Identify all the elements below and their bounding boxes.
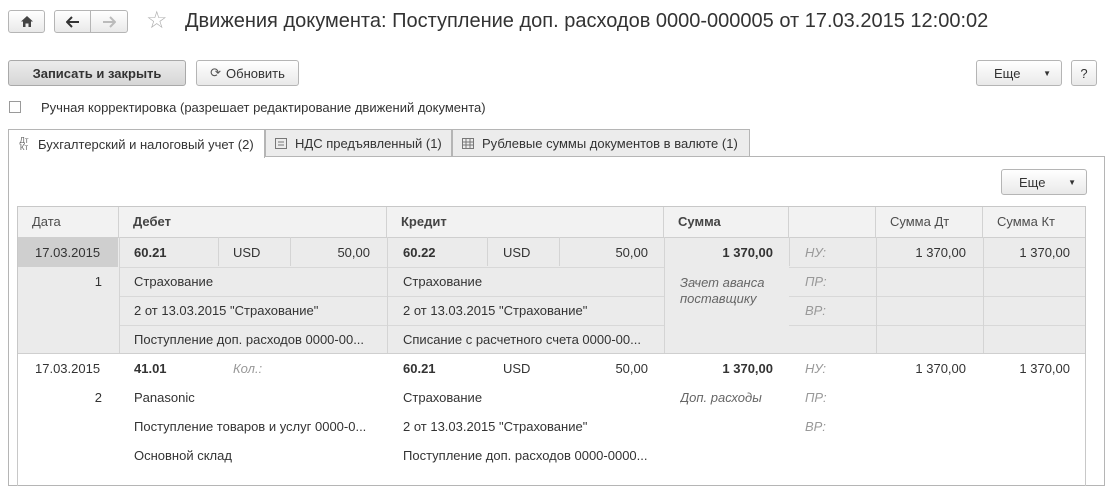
table-icon xyxy=(461,137,475,149)
col-date[interactable]: Дата xyxy=(18,207,119,237)
col-amount-kt[interactable]: Сумма Кт xyxy=(983,207,1085,237)
credit-currency: USD xyxy=(503,361,531,376)
col-tax-kind[interactable] xyxy=(789,207,876,237)
favorite-star-icon[interactable]: ☆ xyxy=(146,8,168,34)
tax-label-vr: ВР: xyxy=(805,419,826,434)
refresh-button[interactable]: ⟳ Обновить xyxy=(196,60,299,86)
credit-currency: USD xyxy=(503,245,531,260)
tax-label-nu: НУ: xyxy=(805,245,827,260)
debit-subconto-2: Поступление товаров и услуг 0000-0... xyxy=(134,419,367,434)
grid-more-button[interactable]: Еще ▼ xyxy=(1001,169,1087,195)
home-icon xyxy=(20,16,33,27)
col-debit[interactable]: Дебет xyxy=(119,207,387,237)
tab-accounting-label: Бухгалтерский и налоговый учет (2) xyxy=(38,136,254,152)
tab-currency[interactable]: Рублевые суммы документов в валюте (1) xyxy=(452,129,750,156)
debit-subconto-1: Страхование xyxy=(134,274,214,289)
row-number: 1 xyxy=(94,274,102,289)
credit-subconto-1: Страхование xyxy=(403,274,483,289)
refresh-icon: ⟳ xyxy=(210,65,222,80)
credit-subconto-2: 2 от 13.03.2015 "Страхование" xyxy=(403,419,588,434)
home-button[interactable] xyxy=(8,10,45,33)
page-title: Движения документа: Поступление доп. рас… xyxy=(185,10,989,32)
col-credit[interactable]: Кредит xyxy=(387,207,664,237)
col-amount-dt[interactable]: Сумма Дт xyxy=(876,207,983,237)
debit-subconto-3: Поступление доп. расходов 0000-00... xyxy=(134,332,365,347)
debit-subconto-3: Основной склад xyxy=(134,448,232,463)
credit-subconto-3: Поступление доп. расходов 0000-0000... xyxy=(403,448,648,463)
tab-vat[interactable]: НДС предъявленный (1) xyxy=(265,129,452,156)
debit-currency: USD xyxy=(233,245,261,260)
movements-table: Дата Дебет Кредит Сумма Сумма Дт Сумма К… xyxy=(17,206,1086,486)
amount-dt: 1 370,00 xyxy=(915,361,966,376)
debit-quantity-label: Кол.: xyxy=(233,361,263,376)
debit-account: 41.01 xyxy=(134,361,167,376)
debit-subconto-2: 2 от 13.03.2015 "Страхование" xyxy=(134,303,319,318)
operation-content: Доп. расходы xyxy=(680,390,762,405)
credit-account: 60.21 xyxy=(403,361,436,376)
tax-label-nu: НУ: xyxy=(805,361,827,376)
forward-button[interactable] xyxy=(90,10,128,33)
dt-kt-icon: Дт Кт xyxy=(19,136,29,152)
amount: 1 370,00 xyxy=(722,245,773,260)
save-and-close-button[interactable]: Записать и закрыть xyxy=(8,60,186,86)
operation-content: Зачет аванса поставщику xyxy=(680,275,765,306)
row-date: 17.03.2015 xyxy=(35,361,101,376)
amount-dt: 1 370,00 xyxy=(915,245,966,260)
debit-currency-sum: 50,00 xyxy=(337,245,370,260)
register-icon xyxy=(274,137,288,149)
tax-label-vr: ВР: xyxy=(805,303,826,318)
arrow-right-icon xyxy=(103,15,116,28)
manual-adjustment-checkbox[interactable] xyxy=(9,101,21,113)
debit-account: 60.21 xyxy=(134,245,167,260)
chevron-down-icon: ▼ xyxy=(1043,68,1051,78)
credit-subconto-2: 2 от 13.03.2015 "Страхование" xyxy=(403,303,588,318)
grid-more-label: Еще xyxy=(1019,174,1046,190)
arrow-left-icon xyxy=(65,15,79,28)
chevron-down-icon: ▼ xyxy=(1068,177,1076,187)
more-label: Еще xyxy=(994,65,1021,81)
refresh-label: Обновить xyxy=(226,65,285,81)
credit-currency-sum: 50,00 xyxy=(615,361,648,376)
amount: 1 370,00 xyxy=(722,361,773,376)
manual-adjustment-label: Ручная корректировка (разрешает редактир… xyxy=(41,100,486,115)
credit-subconto-3: Списание с расчетного счета 0000-00... xyxy=(403,332,641,347)
credit-currency-sum: 50,00 xyxy=(615,245,648,260)
tab-vat-label: НДС предъявленный (1) xyxy=(295,135,442,151)
amount-kt: 1 370,00 xyxy=(1019,245,1070,260)
table-row[interactable]: 17.03.2015 2 41.01 Кол.: Panasonic Посту… xyxy=(18,354,1085,474)
debit-subconto-1: Panasonic xyxy=(134,390,195,405)
col-amount[interactable]: Сумма xyxy=(664,207,789,237)
back-button[interactable] xyxy=(54,10,91,33)
tax-label-pr: ПР: xyxy=(805,390,827,405)
row-date: 17.03.2015 xyxy=(35,245,101,260)
tax-label-pr: ПР: xyxy=(805,274,827,289)
more-button[interactable]: Еще ▼ xyxy=(976,60,1062,86)
credit-account: 60.22 xyxy=(403,245,436,260)
credit-subconto-1: Страхование xyxy=(403,390,483,405)
row-number: 2 xyxy=(94,390,102,405)
table-header: Дата Дебет Кредит Сумма Сумма Дт Сумма К… xyxy=(18,207,1085,238)
amount-kt: 1 370,00 xyxy=(1019,361,1070,376)
tab-accounting[interactable]: Дт Кт Бухгалтерский и налоговый учет (2) xyxy=(8,129,265,158)
tab-currency-label: Рублевые суммы документов в валюте (1) xyxy=(482,135,738,151)
help-button[interactable]: ? xyxy=(1071,60,1097,86)
